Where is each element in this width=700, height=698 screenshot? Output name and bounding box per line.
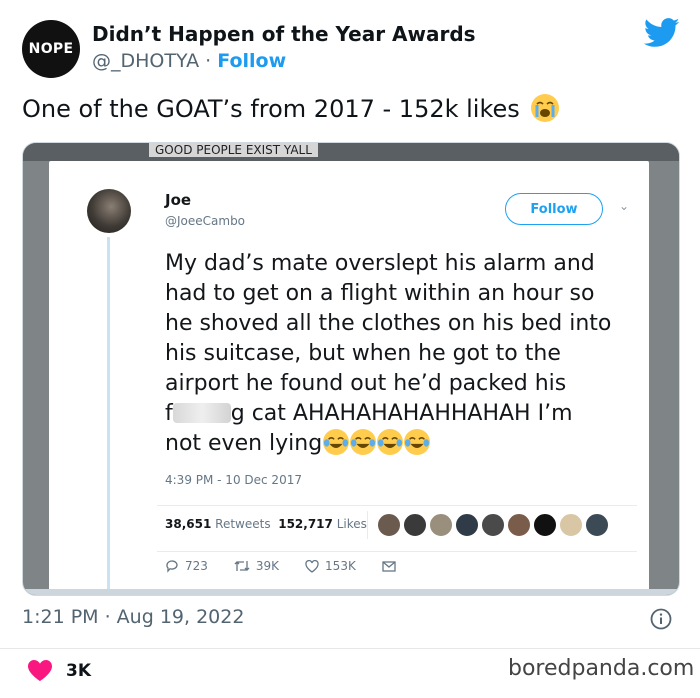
chevron-down-icon: ⌄ xyxy=(619,199,630,213)
liker-avatar xyxy=(377,513,401,537)
embedded-timestamp: 4:39 PM - 10 Dec 2017 xyxy=(165,473,302,487)
divider xyxy=(157,505,637,506)
tears-of-joy-icon xyxy=(323,429,350,455)
liker-avatar xyxy=(533,513,557,537)
tears-of-joy-icon xyxy=(404,429,431,455)
brand-watermark: boredpanda.com xyxy=(508,656,695,681)
embedded-avatar xyxy=(87,189,131,233)
like-row[interactable]: 3K xyxy=(28,660,91,681)
heart-icon[interactable] xyxy=(28,660,52,681)
post-timestamp[interactable]: 1:21 PM · Aug 19, 2022 xyxy=(22,606,244,628)
line6-start: f xyxy=(165,401,173,426)
author-handle[interactable]: @_DHOTYA xyxy=(92,50,199,72)
body-line: f g cat AHAHAHAHAHHAHAH I’m xyxy=(165,399,635,429)
divider xyxy=(367,511,368,539)
like-short-count: 153K xyxy=(325,559,356,573)
loudly-crying-face-icon xyxy=(531,94,560,122)
liker-avatars xyxy=(377,513,609,537)
reply-action: 723 xyxy=(165,559,208,573)
body-line: his suitcase, but when he got to the xyxy=(165,341,561,366)
tweet-text: One of the GOAT’s from 2017 - 152k likes xyxy=(22,94,560,123)
retweet-icon xyxy=(234,561,250,571)
embedded-name: Joe xyxy=(165,191,192,209)
image-bottom-strip xyxy=(23,589,679,595)
body-line: airport he found out he’d packed his xyxy=(165,371,567,396)
tears-of-joy-icon xyxy=(350,429,377,455)
divider xyxy=(157,551,637,552)
censor-blur xyxy=(172,403,231,423)
author-name[interactable]: Didn’t Happen of the Year Awards xyxy=(92,22,476,46)
author-avatar[interactable]: NOPE xyxy=(22,20,80,78)
like-count: 3K xyxy=(66,660,92,681)
thread-line xyxy=(107,237,110,595)
heart-outline-icon xyxy=(305,559,319,573)
envelope-icon xyxy=(382,560,396,572)
embedded-screenshot[interactable]: GOOD PEOPLE EXIST YALL Joe @JoeeCambo Fo… xyxy=(22,142,680,596)
liker-avatar xyxy=(507,513,531,537)
body-line: My dad’s mate overslept his alarm and xyxy=(165,251,595,276)
twitter-bird-icon[interactable] xyxy=(644,18,680,48)
embedded-stats: 38,651 Retweets 152,717 Likes xyxy=(165,517,367,531)
retweet-action: 39K xyxy=(234,559,279,573)
embedded-tweet-card: Joe @JoeeCambo Follow ⌄ My dad’s mate ov… xyxy=(49,161,649,595)
laughing-emoji-row xyxy=(322,429,431,456)
retweets-count: 38,651 xyxy=(165,517,212,531)
liker-avatar xyxy=(403,513,427,537)
band-label: GOOD PEOPLE EXIST YALL xyxy=(149,143,318,157)
divider xyxy=(0,648,700,649)
body-line: he shoved all the clothes on his bed int… xyxy=(165,311,612,336)
reply-icon xyxy=(166,560,178,573)
line7: not even lying xyxy=(165,431,323,456)
embedded-handle: @JoeeCambo xyxy=(165,214,246,228)
body-line: had to get on a flight within an hour so xyxy=(165,281,595,306)
reply-count: 723 xyxy=(185,559,208,573)
embedded-body: My dad’s mate overslept his alarm and ha… xyxy=(165,249,635,459)
retweet-short-count: 39K xyxy=(255,559,280,573)
handle-separator: · xyxy=(199,50,218,72)
line6-end: g cat AHAHAHAHAHHAHAH I’m xyxy=(230,401,573,426)
liker-avatar xyxy=(585,513,609,537)
message-action xyxy=(382,560,402,572)
embedded-follow-button: Follow xyxy=(505,193,603,225)
info-icon[interactable] xyxy=(650,608,672,630)
tweet-text-content: One of the GOAT’s from 2017 - 152k likes xyxy=(22,95,520,123)
likes-label: Likes xyxy=(336,517,367,531)
liker-avatar xyxy=(481,513,505,537)
like-action: 153K xyxy=(305,559,356,573)
embedded-actions: 723 39K 153K xyxy=(165,559,428,573)
body-line: not even lying xyxy=(165,429,635,459)
liker-avatar xyxy=(455,513,479,537)
liker-avatar xyxy=(559,513,583,537)
author-handle-row: @_DHOTYA · Follow xyxy=(92,50,286,72)
retweets-label: Retweets xyxy=(215,517,271,531)
follow-link[interactable]: Follow xyxy=(217,50,286,72)
likes-count: 152,717 xyxy=(278,517,333,531)
image-top-band xyxy=(23,143,679,161)
tears-of-joy-icon xyxy=(377,429,404,455)
liker-avatar xyxy=(429,513,453,537)
